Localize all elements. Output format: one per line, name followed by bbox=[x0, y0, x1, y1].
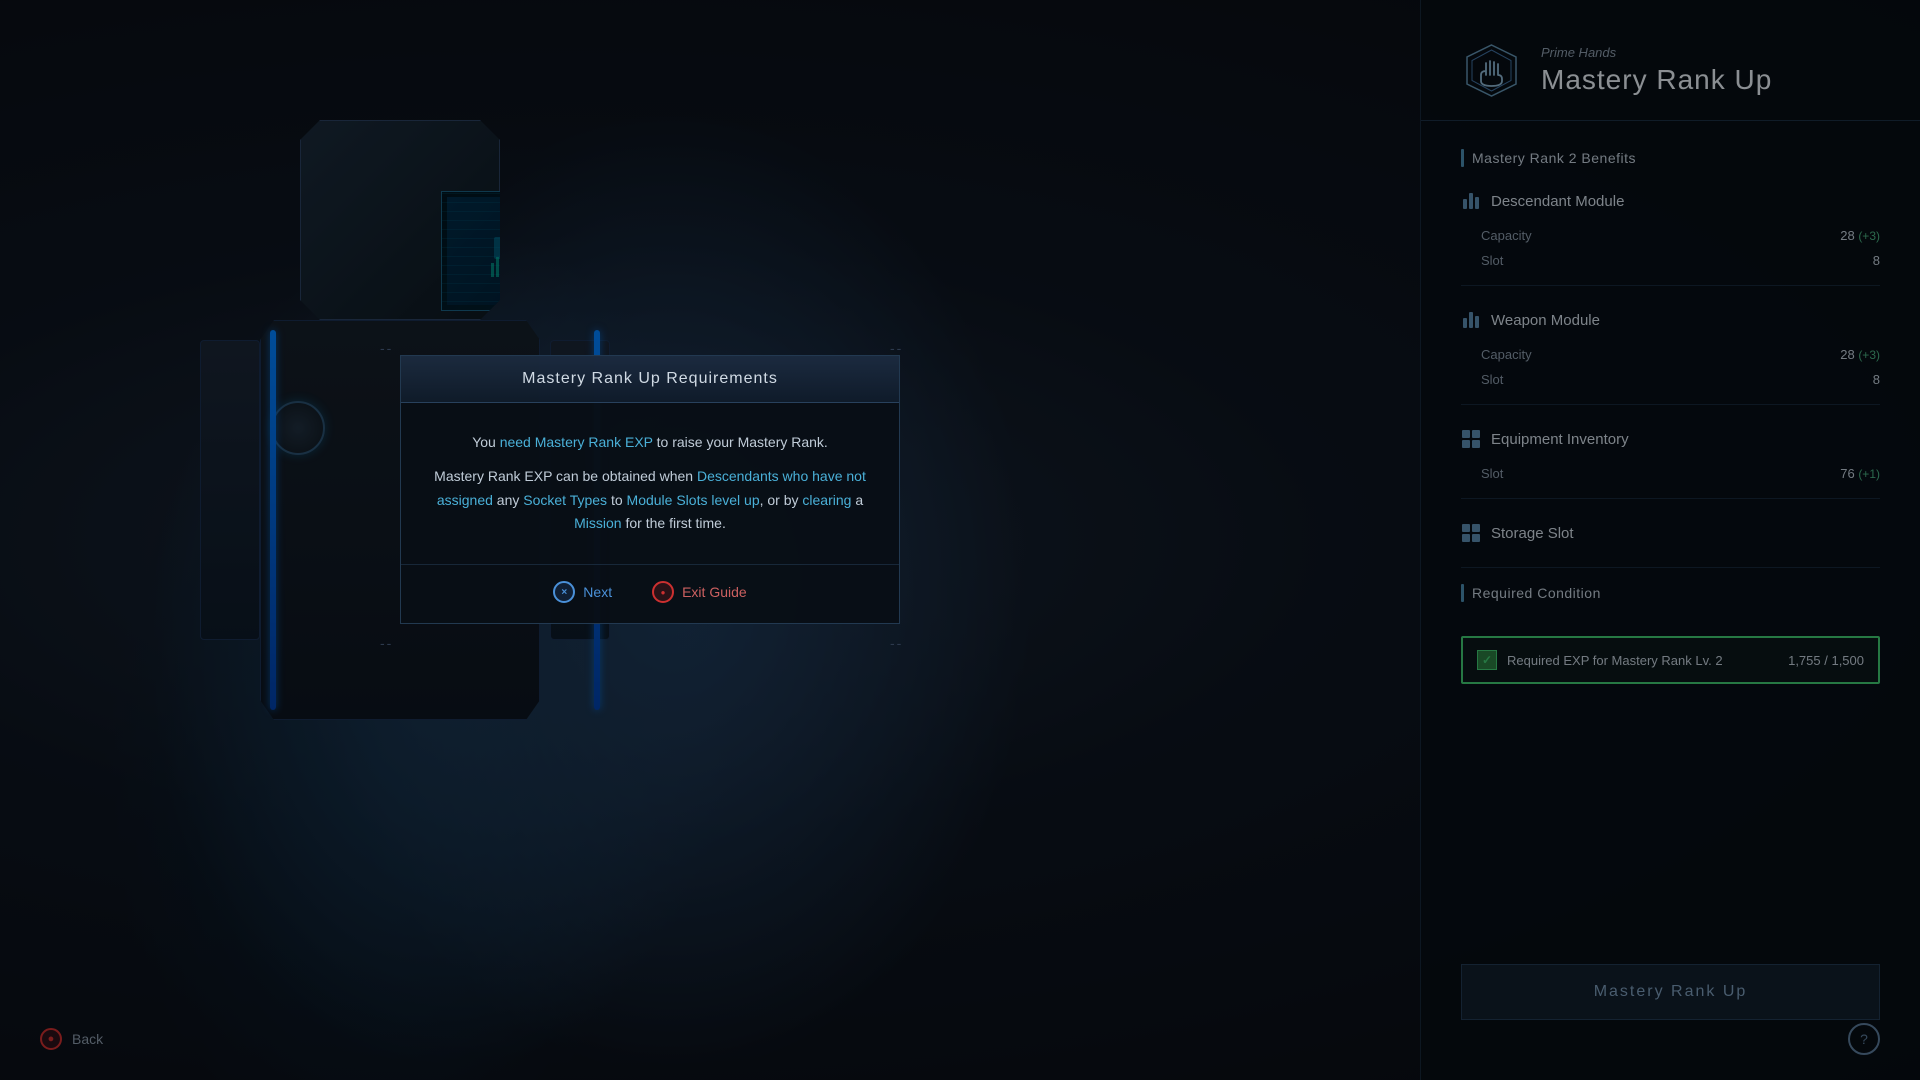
modal-text-line2: Mastery Rank EXP can be obtained when De… bbox=[431, 465, 869, 536]
modal-highlight-5: clearing bbox=[802, 492, 851, 508]
modal-text-line1: You need Mastery Rank EXP to raise your … bbox=[431, 431, 869, 455]
modal-highlight-4: Module Slots level up bbox=[627, 492, 760, 508]
next-button-label: Next bbox=[583, 584, 612, 600]
exit-button-label: Exit Guide bbox=[682, 584, 747, 600]
modal-header: Mastery Rank Up Requirements bbox=[401, 356, 899, 403]
exit-button-icon: ● bbox=[652, 581, 674, 603]
modal: Mastery Rank Up Requirements You need Ma… bbox=[400, 355, 900, 624]
modal-title: Mastery Rank Up Requirements bbox=[421, 370, 879, 388]
modal-body: You need Mastery Rank EXP to raise your … bbox=[401, 403, 899, 564]
next-button-icon: × bbox=[553, 581, 575, 603]
modal-overlay: Mastery Rank Up Requirements You need Ma… bbox=[0, 0, 1920, 1080]
modal-highlight-1: need Mastery Rank EXP bbox=[500, 434, 653, 450]
modal-exit-button[interactable]: ● Exit Guide bbox=[652, 581, 747, 603]
modal-footer: × Next ● Exit Guide bbox=[401, 564, 899, 623]
modal-next-button[interactable]: × Next bbox=[553, 581, 612, 603]
modal-highlight-6: Mission bbox=[574, 515, 621, 531]
modal-highlight-3: Socket Types bbox=[523, 492, 607, 508]
